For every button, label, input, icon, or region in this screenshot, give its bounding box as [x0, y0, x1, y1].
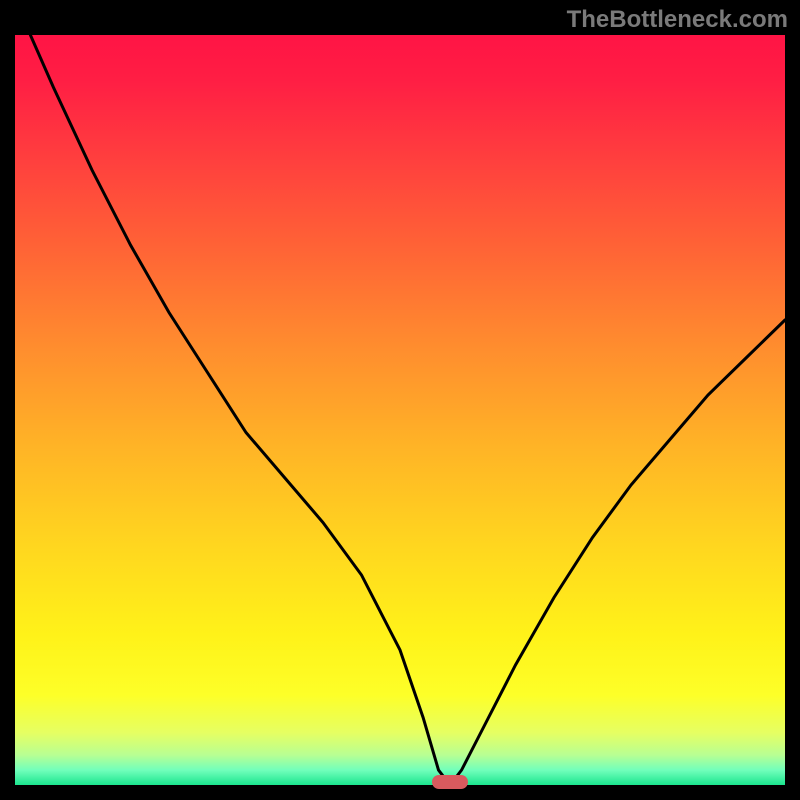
- plot-area: [15, 35, 785, 785]
- chart-container: TheBottleneck.com: [0, 0, 800, 800]
- watermark-text: TheBottleneck.com: [567, 6, 788, 34]
- curve-svg: [15, 35, 785, 785]
- bottleneck-curve: [30, 35, 785, 785]
- bottleneck-marker: [432, 775, 468, 789]
